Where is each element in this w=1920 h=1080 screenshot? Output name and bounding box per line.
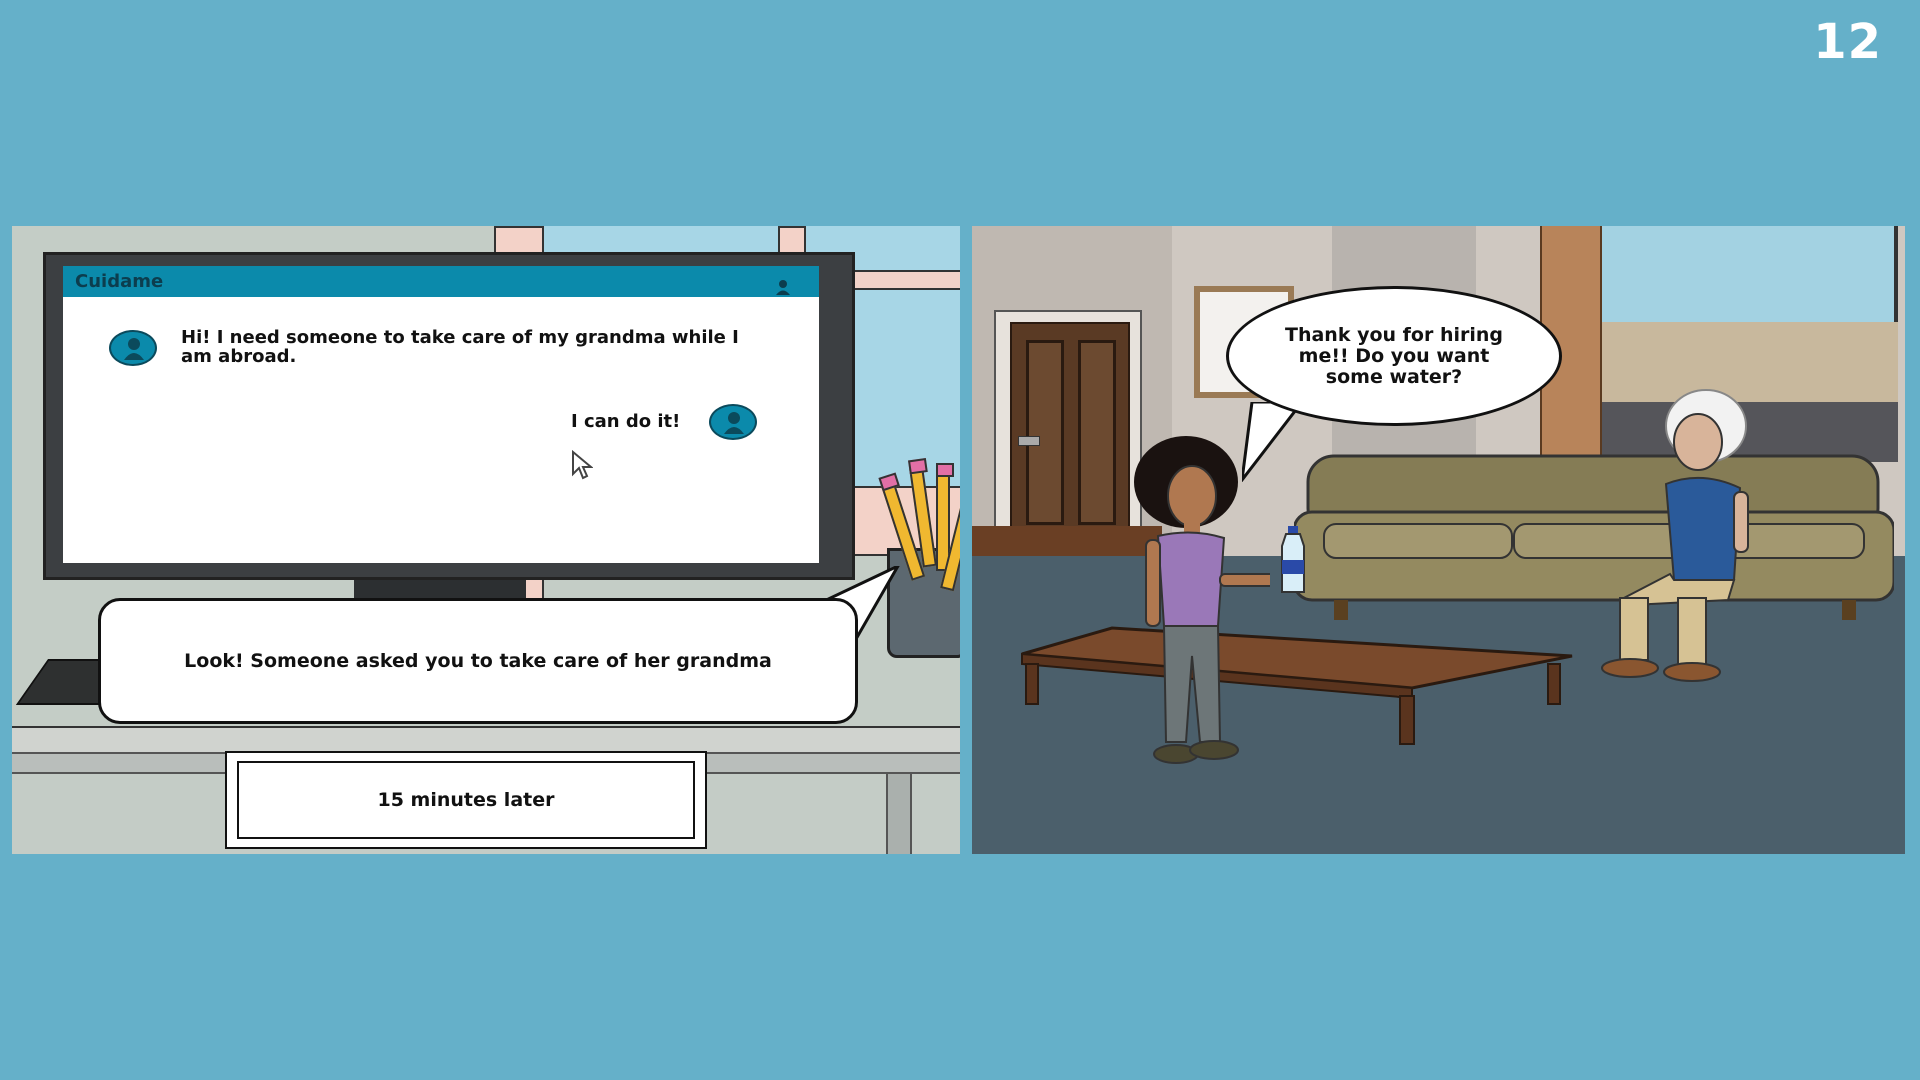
app-window: Cuidame Hi! I need someone to take care … [63, 266, 819, 563]
slide-number: 12 [1813, 14, 1882, 70]
avatar [709, 404, 757, 440]
coffee-table [1021, 626, 1573, 745]
speech-bubble: Thank you for hiring me!! Do you want so… [1226, 286, 1562, 426]
chat-message: Hi! I need someone to take care of my gr… [181, 327, 739, 367]
caption-text: 15 minutes later [237, 761, 695, 839]
mouse-cursor-icon [572, 450, 593, 480]
chat-message: I can do it! [571, 411, 681, 432]
app-title: Cuidame [75, 271, 164, 292]
caregiver-character [1134, 436, 1270, 764]
door-handle [1018, 436, 1040, 446]
user-icon[interactable] [775, 274, 791, 305]
comic-panel-left: Cuidame Hi! I need someone to take care … [12, 226, 960, 854]
app-title-bar: Cuidame [63, 266, 819, 297]
monitor: Cuidame Hi! I need someone to take care … [43, 252, 855, 580]
comic-panel-right: Thank you for hiring me!! Do you want so… [972, 226, 1905, 854]
speech-bubble: Look! Someone asked you to take care of … [98, 598, 858, 724]
grandmother-character [1601, 389, 1749, 682]
water-bottle-icon [1281, 526, 1305, 593]
avatar [109, 330, 157, 366]
caption-box: 15 minutes later [225, 751, 707, 849]
door [1010, 322, 1130, 548]
desk-leg [886, 774, 912, 854]
desk-top [12, 726, 960, 752]
